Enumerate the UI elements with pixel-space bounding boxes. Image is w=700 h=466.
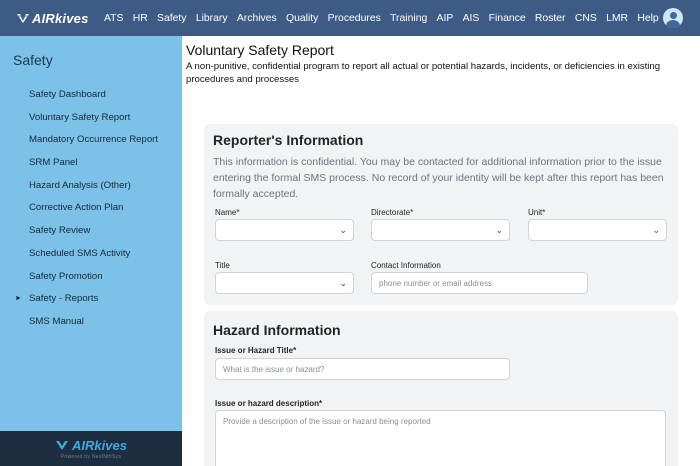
- chevron-down-icon: ⌄: [339, 225, 347, 235]
- nav-item-cns[interactable]: CNS: [575, 13, 597, 24]
- hazard-section-title: Hazard Information: [213, 322, 341, 338]
- nav-item-training[interactable]: Training: [390, 13, 427, 24]
- wings-icon: [17, 14, 29, 23]
- chevron-down-icon: ⌄: [652, 225, 660, 235]
- page-subtitle: A non-punitive, confidential program to …: [186, 61, 661, 85]
- sidebar-item-scheduled-sms-activity[interactable]: Scheduled SMS Activity: [0, 247, 182, 270]
- sidebar-item-safety-dashboard[interactable]: Safety Dashboard: [0, 88, 182, 111]
- hazard-information-card: Hazard Information Issue or Hazard Title…: [204, 311, 678, 466]
- nav-item-procedures[interactable]: Procedures: [328, 13, 381, 24]
- nav-item-safety[interactable]: Safety: [157, 13, 186, 24]
- directorate-label: Directorate*: [371, 208, 414, 217]
- issue-title-input[interactable]: What is the issue or hazard?: [215, 358, 510, 380]
- sidebar-item-label: Mandatory Occurrence Report: [29, 134, 159, 146]
- top-navbar: AIRkives ATS HR Safety Library Archives …: [0, 0, 700, 36]
- sidebar-item-safety-promotion[interactable]: Safety Promotion: [0, 270, 182, 293]
- contact-information-label: Contact Information: [371, 261, 441, 270]
- footer-powered-by: Powered by NextNthSys: [60, 453, 122, 460]
- reporter-information-card: Reporter's Information This information …: [204, 124, 678, 305]
- nav-menu: ATS HR Safety Library Archives Quality P…: [104, 13, 668, 24]
- sidebar-item-label: Safety Promotion: [29, 270, 103, 282]
- name-select[interactable]: ⌄: [215, 219, 354, 241]
- directorate-select[interactable]: ⌄: [371, 219, 510, 241]
- sidebar-item-hazard-analysis[interactable]: Hazard Analysis (Other): [0, 179, 182, 202]
- sidebar-item-safety-reports[interactable]: ► Safety - Reports: [0, 292, 182, 315]
- nav-item-roster[interactable]: Roster: [535, 13, 566, 24]
- sidebar-item-label: SRM Panel: [29, 157, 78, 169]
- sidebar-item-mandatory-occurrence-report[interactable]: Mandatory Occurrence Report: [0, 133, 182, 156]
- user-avatar-icon[interactable]: [663, 8, 683, 28]
- sidebar-item-corrective-action-plan[interactable]: Corrective Action Plan: [0, 201, 182, 224]
- sidebar-menu: Safety Dashboard Voluntary Safety Report…: [0, 88, 182, 338]
- nav-item-help[interactable]: Help: [637, 13, 658, 24]
- sidebar-item-sms-manual[interactable]: SMS Manual: [0, 315, 182, 338]
- nav-item-library[interactable]: Library: [196, 13, 228, 24]
- unit-label: Unit*: [528, 208, 546, 217]
- sidebar-item-label: Safety Dashboard: [29, 89, 106, 100]
- wings-icon: [56, 441, 69, 450]
- nav-item-ats[interactable]: ATS: [104, 13, 123, 24]
- sidebar-item-label: Hazard Analysis (Other): [29, 179, 131, 191]
- nav-item-finance[interactable]: Finance: [489, 13, 526, 24]
- sidebar-item-label: Safety Review: [29, 225, 91, 237]
- brand-logo[interactable]: AIRkives: [16, 11, 104, 26]
- reporter-section-title: Reporter's Information: [213, 132, 364, 148]
- footer-logo-text: AIRkives: [72, 437, 127, 453]
- title-label: Title: [215, 261, 230, 270]
- sidebar-item-label: Safety - Reports: [29, 293, 99, 305]
- nav-item-quality[interactable]: Quality: [286, 13, 318, 24]
- name-label: Name*: [215, 208, 240, 217]
- brand-name: AIRkives: [32, 10, 89, 26]
- nav-item-lmr[interactable]: LMR: [606, 13, 628, 24]
- sidebar: Safety Safety Dashboard Voluntary Safety…: [0, 36, 182, 466]
- chevron-down-icon: ⌄: [495, 225, 503, 235]
- sidebar-item-label: Scheduled SMS Activity: [29, 247, 131, 259]
- unit-select[interactable]: ⌄: [528, 219, 667, 241]
- title-select[interactable]: ⌄: [215, 272, 354, 294]
- sidebar-item-voluntary-safety-report[interactable]: Voluntary Safety Report: [0, 111, 182, 134]
- contact-information-input[interactable]: phone number or email address: [371, 272, 588, 294]
- issue-description-textarea[interactable]: Provide a description of the issue or ha…: [215, 410, 666, 466]
- reporter-description: This information is confidential. You ma…: [213, 156, 664, 200]
- footer-logo: AIRkives: [55, 438, 127, 453]
- sidebar-title: Safety: [13, 52, 53, 68]
- sidebar-item-label: SMS Manual: [29, 315, 84, 327]
- nav-item-aip[interactable]: AIP: [437, 13, 454, 24]
- issue-title-label: Issue or Hazard Title*: [215, 346, 297, 355]
- nav-item-ais[interactable]: AIS: [463, 13, 480, 24]
- sidebar-item-label: Corrective Action Plan: [29, 202, 124, 214]
- caret-right-icon: ►: [15, 295, 22, 303]
- sidebar-item-label: Voluntary Safety Report: [29, 111, 131, 123]
- nav-item-archives[interactable]: Archives: [237, 13, 277, 24]
- issue-description-label: Issue or hazard description*: [215, 399, 323, 408]
- sidebar-footer: AIRkives Powered by NextNthSys: [0, 431, 182, 466]
- sidebar-item-safety-review[interactable]: Safety Review: [0, 224, 182, 247]
- chevron-down-icon: ⌄: [339, 278, 347, 288]
- main-content: Voluntary Safety Report A non-punitive, …: [182, 36, 700, 466]
- sidebar-item-srm-panel[interactable]: SRM Panel: [0, 156, 182, 179]
- nav-item-hr[interactable]: HR: [133, 13, 148, 24]
- page-title: Voluntary Safety Report: [186, 42, 334, 58]
